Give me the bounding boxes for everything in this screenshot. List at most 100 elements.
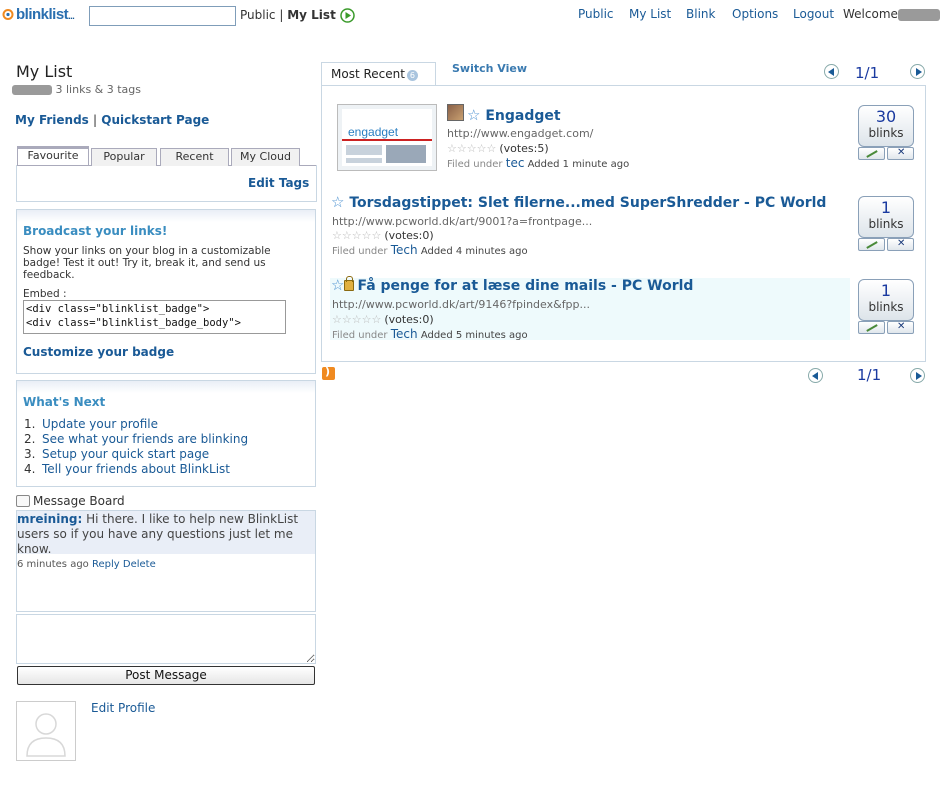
tab-most-recent[interactable]: Most Recent 6	[321, 62, 436, 86]
link-url[interactable]: http://www.engadget.com/	[447, 127, 593, 140]
tab-count-badge: 6	[406, 70, 418, 81]
page-title: My List	[16, 62, 73, 81]
delete-x-icon[interactable]	[887, 321, 914, 334]
link-url[interactable]: http://www.pcworld.dk/art/9146?fpindex&f…	[332, 298, 590, 311]
rating-stars-icon[interactable]: ☆☆☆☆☆	[332, 229, 381, 242]
tag-link[interactable]: Tech	[391, 243, 418, 257]
filed-under-label: Filed under	[332, 246, 388, 257]
blink-count: 1	[880, 281, 892, 300]
lock-icon	[344, 276, 355, 291]
customize-badge-link[interactable]: Customize your badge	[23, 345, 174, 359]
nav-mylist[interactable]: My List	[629, 7, 671, 21]
list-item[interactable]: 1. Update your profile	[24, 417, 248, 432]
user-avatar-small[interactable]	[447, 104, 464, 121]
list-item[interactable]: 4. Tell your friends about BlinkList	[24, 462, 248, 477]
item-number: 1.	[24, 417, 36, 431]
table-row: ☆ Torsdagstippet: Slet filerne...med Sup…	[331, 195, 826, 212]
edit-tags-link[interactable]: Edit Tags	[248, 176, 309, 190]
scope-mylist[interactable]: My List	[287, 8, 336, 22]
link-thumbnail[interactable]: engadget	[337, 104, 437, 171]
tag-link[interactable]: Tech	[391, 327, 418, 341]
blink-label: blinks	[868, 300, 904, 314]
nav-options[interactable]: Options	[732, 7, 778, 21]
nav-public[interactable]: Public	[578, 7, 614, 21]
added-time: Added 1 minute ago	[527, 159, 630, 170]
rss-icon[interactable]	[322, 365, 335, 380]
edit-pencil-icon[interactable]	[858, 147, 885, 160]
my-friends-link[interactable]: My Friends	[15, 113, 89, 127]
delete-x-icon[interactable]	[887, 147, 914, 160]
added-time: Added 5 minutes ago	[420, 330, 528, 341]
blink-count-button[interactable]: 1 blinks	[858, 279, 914, 321]
item-number: 4.	[24, 462, 36, 476]
broadcast-title: Broadcast your links!	[23, 224, 168, 238]
vote-count: (votes:5)	[499, 142, 549, 155]
filed-under-label: Filed under	[447, 159, 503, 170]
table-row: ☆ Få penge for at læse dine mails - PC Wo…	[331, 276, 693, 294]
edit-pencil-icon[interactable]	[858, 321, 885, 334]
rating: ☆☆☆☆☆ (votes:0)	[332, 313, 434, 326]
link-title[interactable]: Få penge for at læse dine mails - PC Wor…	[357, 278, 693, 294]
logo-suffix: ...	[68, 11, 75, 21]
message-time: 6 minutes ago	[17, 559, 89, 570]
edit-pencil-icon[interactable]	[858, 238, 885, 251]
scope-separator: |	[279, 8, 284, 22]
blink-count-button[interactable]: 1 blinks	[858, 196, 914, 238]
favorite-star-icon[interactable]: ☆	[331, 195, 344, 210]
reply-link[interactable]: Reply	[92, 559, 120, 570]
link-meta: Filed under tec Added 1 minute ago	[447, 156, 629, 170]
message-board-header: Message Board	[16, 494, 125, 508]
embed-code-field[interactable]: <div class="blinklist_badge"> <div class…	[23, 300, 286, 334]
prev-page-icon[interactable]	[824, 64, 839, 79]
tag-link[interactable]: tec	[506, 156, 525, 170]
friends-blinking-link[interactable]: See what your friends are blinking	[42, 432, 248, 446]
link-title[interactable]: Engadget	[485, 108, 560, 124]
quickstart-setup-link[interactable]: Setup your quick start page	[42, 447, 209, 461]
blink-count-button[interactable]: 30 blinks	[858, 105, 914, 147]
next-page-icon[interactable]	[910, 368, 925, 383]
delete-x-icon[interactable]	[887, 238, 914, 251]
whats-next-title: What's Next	[23, 395, 106, 409]
prev-page-icon[interactable]	[808, 368, 823, 383]
blink-count: 30	[875, 107, 897, 126]
message-board-title: Message Board	[33, 494, 125, 508]
message-board: mreining: Hi there. I like to help new B…	[16, 510, 316, 612]
delete-link[interactable]: Delete	[123, 559, 156, 570]
favorite-star-icon[interactable]: ☆	[331, 278, 344, 293]
link-url[interactable]: http://www.pcworld.dk/art/9001?a=frontpa…	[332, 215, 592, 228]
rating-stars-icon[interactable]: ☆☆☆☆☆	[447, 142, 496, 155]
quickstart-link[interactable]: Quickstart Page	[101, 113, 209, 127]
switch-view-link[interactable]: Switch View	[452, 62, 527, 75]
next-page-icon[interactable]	[910, 64, 925, 79]
list-item[interactable]: 3. Setup your quick start page	[24, 447, 248, 462]
tab-my-cloud[interactable]: My Cloud	[231, 148, 300, 166]
rating-stars-icon[interactable]: ☆☆☆☆☆	[332, 313, 381, 326]
whats-next-list: 1. Update your profile 2. See what your fr…	[24, 417, 248, 477]
post-message-button[interactable]: Post Message	[17, 666, 315, 685]
scope-public[interactable]: Public	[240, 8, 276, 22]
link-title[interactable]: Torsdagstippet: Slet filerne...med Super…	[349, 195, 826, 211]
table-row: ☆ Engadget	[467, 108, 561, 125]
edit-profile-link[interactable]: Edit Profile	[91, 701, 155, 715]
message-author[interactable]: mreining:	[17, 512, 82, 526]
search-input[interactable]	[89, 6, 236, 26]
tab-recent[interactable]: Recent	[160, 148, 229, 166]
nav-logout[interactable]: Logout	[793, 7, 834, 21]
page-indicator-bottom: 1/1	[857, 366, 882, 384]
vote-count: (votes:0)	[384, 229, 434, 242]
update-profile-link[interactable]: Update your profile	[42, 417, 158, 431]
favorite-star-icon[interactable]: ☆	[467, 108, 480, 123]
search-scope: Public | My List	[240, 8, 336, 22]
tab-popular[interactable]: Popular	[91, 148, 157, 166]
avatar[interactable]	[16, 701, 76, 761]
nav-blink[interactable]: Blink	[686, 7, 715, 21]
link-separator: |	[93, 113, 98, 127]
list-item[interactable]: 2. See what your friends are blinking	[24, 432, 248, 447]
go-arrow-icon[interactable]	[340, 8, 355, 23]
message-input[interactable]	[16, 614, 316, 664]
blinklist-logo[interactable]: blinklist...	[0, 5, 75, 25]
tab-favourite[interactable]: Favourite	[17, 146, 89, 165]
message-item: mreining: Hi there. I like to help new B…	[17, 511, 315, 570]
tell-friends-link[interactable]: Tell your friends about BlinkList	[42, 462, 230, 476]
blink-count: 1	[880, 198, 892, 217]
